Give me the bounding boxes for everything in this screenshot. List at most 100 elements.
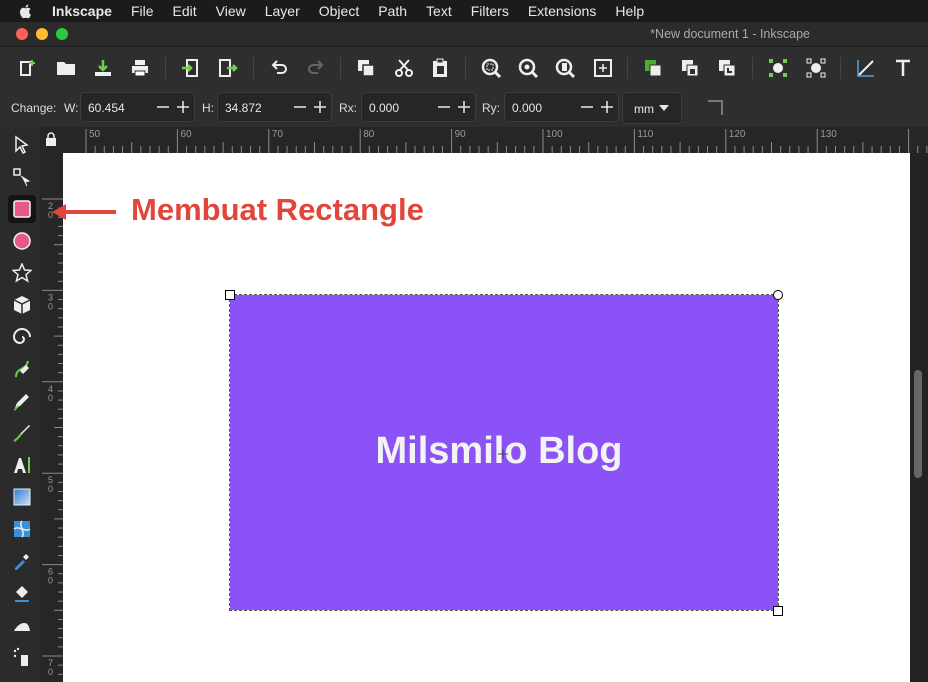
paint-bucket-icon: [15, 586, 29, 602]
ruler-label: 0: [48, 576, 53, 586]
menu-app-inkscape[interactable]: Inkscape: [52, 3, 112, 19]
close-window-button[interactable]: [16, 28, 28, 40]
menu-extensions[interactable]: Extensions: [528, 3, 596, 19]
save-icon[interactable]: [90, 55, 116, 81]
menu-filters[interactable]: Filters: [471, 3, 509, 19]
text-tool[interactable]: [8, 451, 36, 479]
ungroup-icon[interactable]: [803, 55, 829, 81]
ruler-label: 0: [48, 484, 53, 494]
ellipse-icon: [13, 232, 31, 250]
horizontal-ruler[interactable]: 50 60 70 80 90 100 110 120 130: [63, 127, 928, 154]
menu-text[interactable]: Text: [426, 3, 452, 19]
ry-spinbox[interactable]: 0.000: [504, 92, 619, 122]
text-tool-icon[interactable]: [890, 55, 916, 81]
vertical-scrollbar-thumb[interactable]: [914, 370, 922, 478]
spray-tool[interactable]: [8, 643, 36, 671]
lock-icon[interactable]: [45, 132, 57, 146]
vertical-ruler[interactable]: 203040506070: [40, 153, 64, 682]
undo-icon[interactable]: [266, 55, 292, 81]
mesh-tool[interactable]: [8, 515, 36, 543]
ruler-label: 50: [89, 129, 101, 140]
unit-select[interactable]: mm: [622, 92, 682, 124]
height-stepper-icon[interactable]: [293, 98, 327, 116]
menu-layer[interactable]: Layer: [265, 3, 300, 19]
corner-handle-top-left[interactable]: [225, 290, 235, 300]
corner-radius-handle[interactable]: [773, 290, 783, 300]
cube-icon: [13, 296, 31, 314]
paste-icon[interactable]: [427, 55, 453, 81]
3d-box-tool[interactable]: [8, 291, 36, 319]
zoom-window-button[interactable]: [56, 28, 68, 40]
import-icon[interactable]: [178, 55, 204, 81]
corner-handle-bottom-right[interactable]: [773, 606, 783, 616]
open-icon[interactable]: [53, 55, 79, 81]
rx-stepper-icon[interactable]: [437, 98, 471, 116]
print-icon[interactable]: [127, 55, 153, 81]
duplicate-icon[interactable]: [640, 55, 666, 81]
new-document-icon[interactable]: [15, 55, 41, 81]
menu-view[interactable]: View: [216, 3, 246, 19]
ruler-label: 90: [455, 129, 467, 140]
minimize-window-button[interactable]: [36, 28, 48, 40]
group-icon[interactable]: [765, 55, 791, 81]
paint-bucket-tool[interactable]: [8, 579, 36, 607]
pencil-tool[interactable]: [8, 387, 36, 415]
gradient-tool[interactable]: [8, 483, 36, 511]
rx-spinbox[interactable]: 0.000: [361, 92, 476, 122]
ry-stepper-icon[interactable]: [580, 98, 614, 116]
tweak-tool[interactable]: [8, 611, 36, 639]
ruler-label: 0: [48, 667, 53, 677]
dropper-tool[interactable]: [8, 547, 36, 575]
horizontal-ruler-ticks: 50 60 70 80 90 100 110 120 130: [85, 129, 928, 153]
height-spinbox[interactable]: 34.872: [217, 92, 332, 122]
height-value[interactable]: 34.872: [225, 101, 262, 115]
rectangle-tool[interactable]: [8, 195, 36, 223]
selector-tool[interactable]: [8, 131, 36, 159]
menu-path[interactable]: Path: [378, 3, 407, 19]
ruler-label: 60: [180, 129, 192, 140]
zoom-page-icon[interactable]: [552, 55, 578, 81]
width-stepper-icon[interactable]: [156, 98, 190, 116]
ruler-label: 120: [729, 129, 746, 140]
calligraphy-tool[interactable]: [8, 419, 36, 447]
width-spinbox[interactable]: 60.454: [80, 92, 195, 122]
menu-file[interactable]: File: [131, 3, 154, 19]
ellipse-tool[interactable]: [8, 227, 36, 255]
ry-value[interactable]: 0.000: [512, 101, 542, 115]
menu-help[interactable]: Help: [615, 3, 644, 19]
window-title: *New document 1 - Inkscape: [650, 27, 810, 41]
node-icon: [13, 168, 31, 187]
spiral-tool[interactable]: [8, 323, 36, 351]
menu-edit[interactable]: Edit: [173, 3, 197, 19]
change-label: Change:: [11, 101, 57, 115]
clone-icon[interactable]: [677, 55, 703, 81]
tool-controls-bar: Change: W: 60.454 H: 34.872 Rx: 0.000 Ry…: [0, 89, 928, 127]
center-cross-icon: [498, 449, 508, 459]
ruler-label: 130: [820, 129, 837, 140]
redo-icon[interactable]: [303, 55, 329, 81]
ruler-label: 100: [546, 129, 563, 140]
cut-icon[interactable]: [391, 55, 417, 81]
ruler-corner: [40, 127, 63, 153]
unlink-clone-icon[interactable]: [714, 55, 740, 81]
star-tool[interactable]: [8, 259, 36, 287]
arrow-icon: [15, 135, 29, 155]
pen-tool[interactable]: [8, 355, 36, 383]
edit-node-icon[interactable]: [853, 55, 879, 81]
copy-icon[interactable]: [353, 55, 379, 81]
rx-value[interactable]: 0.000: [369, 101, 399, 115]
menu-object[interactable]: Object: [319, 3, 359, 19]
chevron-down-icon: [659, 105, 669, 111]
export-icon[interactable]: [215, 55, 241, 81]
width-label: W:: [64, 101, 79, 115]
pen-icon: [15, 360, 29, 378]
not-rounded-icon[interactable]: [706, 99, 724, 117]
zoom-selection-icon[interactable]: [478, 55, 504, 81]
gradient-icon: [13, 488, 31, 506]
zoom-resize-page-icon[interactable]: [590, 55, 616, 81]
apple-icon[interactable]: [18, 3, 34, 19]
width-value[interactable]: 60.454: [88, 101, 125, 115]
zoom-drawing-icon[interactable]: [515, 55, 541, 81]
rectangle-icon: [13, 200, 31, 218]
node-tool[interactable]: [8, 163, 36, 191]
